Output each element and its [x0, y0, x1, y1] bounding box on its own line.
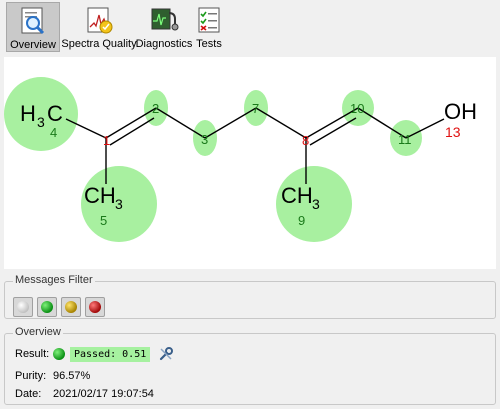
- overview-group-title: Overview: [13, 326, 63, 338]
- result-status-icon: [53, 348, 65, 360]
- red-dot-icon: [89, 301, 101, 313]
- atom-number-7: 7: [252, 101, 259, 116]
- atom-c9-ch: CH: [281, 183, 313, 208]
- atom-c9-sub: 3: [312, 196, 320, 212]
- purity-value: 96.57%: [53, 370, 91, 382]
- structure-canvas[interactable]: H 3 C 4 CH 3 5 CH 3 9 OH 13 1 2 3 7 8 10…: [4, 57, 496, 269]
- atom-number-4: 4: [50, 125, 57, 140]
- diagnostics-tab-label: Diagnostics: [135, 38, 193, 50]
- tests-tab-button[interactable]: Tests: [192, 2, 226, 52]
- spectra-quality-tab-button[interactable]: Spectra Quality: [61, 2, 137, 52]
- atom-c4-h: H: [20, 101, 36, 126]
- tests-tab-label: Tests: [196, 38, 222, 50]
- purity-row: Purity: 96.57%: [15, 370, 90, 382]
- spectra-quality-icon: [84, 5, 114, 35]
- messages-filter-group: Messages Filter: [4, 274, 496, 319]
- white-dot-icon: [17, 301, 29, 313]
- atom-number-1: 1: [103, 133, 110, 148]
- filter-yellow-button[interactable]: [61, 297, 81, 317]
- date-label: Date:: [15, 388, 42, 400]
- filter-white-button[interactable]: [13, 297, 33, 317]
- diagnostics-tab-button[interactable]: Diagnostics: [135, 2, 193, 52]
- result-value: Passed: 0.51: [70, 346, 151, 362]
- atom-oh: OH: [444, 99, 477, 124]
- toolbar: Overview Spectra Quality Diagnostics Tes…: [0, 0, 500, 54]
- atom-number-10: 10: [350, 101, 364, 116]
- atom-c5-ch: CH: [84, 183, 116, 208]
- overview-group: Overview Result: Passed: 0.51 Purity: 96…: [4, 326, 496, 405]
- spectra-quality-tab-label: Spectra Quality: [61, 38, 137, 50]
- atom-number-5: 5: [100, 213, 107, 228]
- molecule-diagram: H 3 C 4 CH 3 5 CH 3 9 OH 13 1 2 3 7 8 10…: [4, 77, 477, 242]
- atom-number-8: 8: [302, 133, 309, 148]
- atom-number-13: 13: [445, 124, 461, 140]
- messages-filter-title: Messages Filter: [13, 274, 95, 286]
- result-label: Result:: [15, 348, 50, 360]
- atom-number-11: 11: [398, 132, 412, 147]
- purity-label: Purity:: [15, 370, 47, 382]
- atom-c4-c: C: [47, 101, 63, 126]
- date-value: 2021/02/17 19:07:54: [53, 388, 154, 400]
- date-row: Date: 2021/02/17 19:07:54: [15, 388, 154, 400]
- diagnostics-icon: [149, 5, 179, 35]
- atom-number-3: 3: [201, 132, 208, 147]
- filter-green-button[interactable]: [37, 297, 57, 317]
- green-dot-icon: [41, 301, 53, 313]
- overview-tab-button[interactable]: Overview: [6, 2, 60, 52]
- filter-red-button[interactable]: [85, 297, 105, 317]
- overview-tab-label: Overview: [10, 39, 56, 51]
- atom-c4-h-sub: 3: [37, 114, 45, 130]
- tests-icon: [194, 5, 224, 35]
- atom-number-9: 9: [298, 213, 305, 228]
- wrench-icon[interactable]: [158, 346, 174, 362]
- yellow-dot-icon: [65, 301, 77, 313]
- overview-icon: [18, 6, 48, 36]
- result-row: Result: Passed: 0.51: [15, 346, 174, 362]
- atom-c5-sub: 3: [115, 196, 123, 212]
- atom-number-2: 2: [152, 101, 159, 116]
